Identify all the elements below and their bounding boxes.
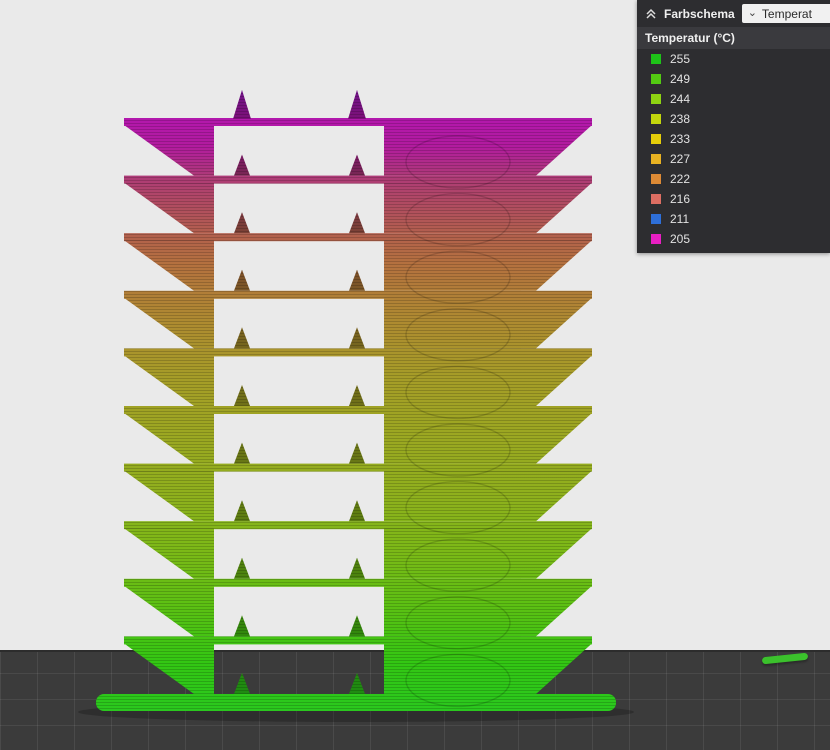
collapse-legend-icon[interactable] <box>645 8 657 20</box>
legend-item: 233 <box>637 129 830 149</box>
legend-temp-value: 233 <box>670 132 690 146</box>
legend-temp-value: 227 <box>670 152 690 166</box>
legend-temp-value: 216 <box>670 192 690 206</box>
legend-item: 244 <box>637 89 830 109</box>
color-scheme-dropdown[interactable]: ⌄ Temperat <box>742 4 830 23</box>
legend-temp-value: 222 <box>670 172 690 186</box>
legend-swatch <box>651 214 661 224</box>
legend-temp-value: 205 <box>670 232 690 246</box>
legend-swatch <box>651 74 661 84</box>
legend-swatch <box>651 134 661 144</box>
legend-item: 238 <box>637 109 830 129</box>
legend-temp-value: 238 <box>670 112 690 126</box>
legend-item: 227 <box>637 149 830 169</box>
legend-swatch <box>651 114 661 124</box>
legend-title: Farbschema <box>664 7 735 21</box>
legend-item-list: 255 249 244 238 233 227 222 216 211 205 <box>637 49 830 249</box>
legend-swatch <box>651 234 661 244</box>
legend-panel: Farbschema ⌄ Temperat Temperatur (°C) 25… <box>637 0 830 253</box>
legend-swatch <box>651 154 661 164</box>
legend-swatch <box>651 174 661 184</box>
legend-swatch <box>651 194 661 204</box>
legend-temp-value: 244 <box>670 92 690 106</box>
color-scheme-dropdown-value: Temperat <box>762 7 812 21</box>
legend-swatch <box>651 94 661 104</box>
legend-temp-value: 255 <box>670 52 690 66</box>
legend-item: 255 <box>637 49 830 69</box>
legend-item: 205 <box>637 229 830 249</box>
chevron-down-icon: ⌄ <box>748 8 757 19</box>
3d-viewport[interactable]: Farbschema ⌄ Temperat Temperatur (°C) 25… <box>0 0 830 750</box>
legend-temp-value: 211 <box>670 212 689 226</box>
legend-item: 222 <box>637 169 830 189</box>
legend-header: Farbschema ⌄ Temperat <box>637 0 830 27</box>
legend-subtitle: Temperatur (°C) <box>637 27 830 49</box>
legend-temp-value: 249 <box>670 72 690 86</box>
legend-item: 249 <box>637 69 830 89</box>
legend-item: 211 <box>637 209 830 229</box>
legend-item: 216 <box>637 189 830 209</box>
legend-swatch <box>651 54 661 64</box>
